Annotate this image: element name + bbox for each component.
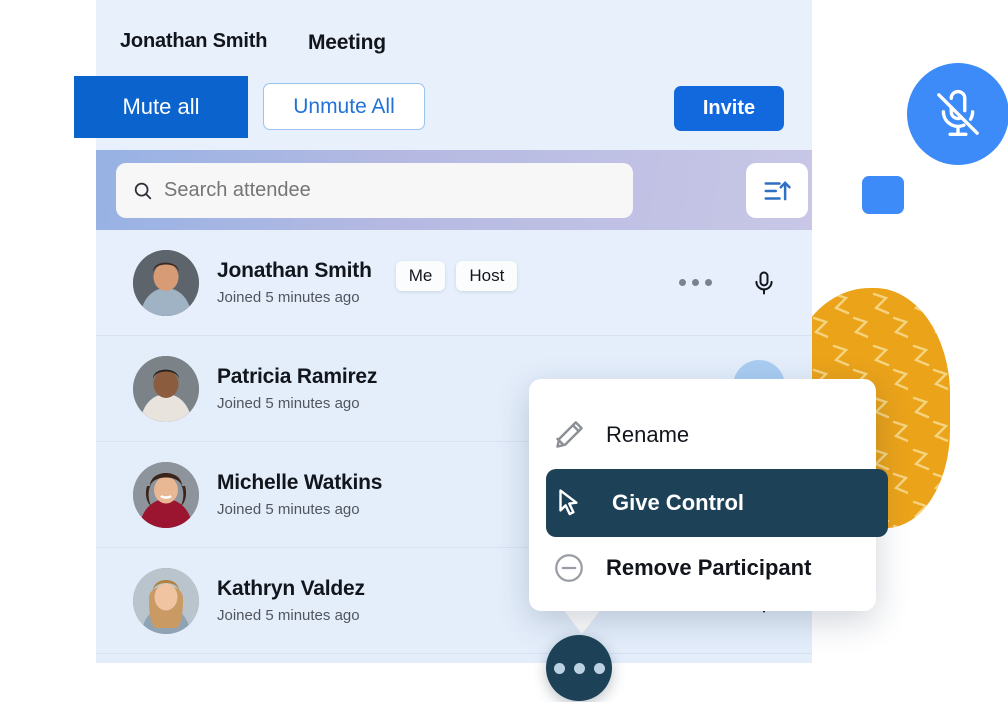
menu-item-label: Rename [606, 422, 690, 447]
participant-name: Jonathan Smith [217, 259, 372, 282]
screenshot-root: Jonathan Smith Meeting Search attendee J… [0, 0, 1008, 702]
sort-ascending-icon [764, 180, 791, 200]
avatar-photo-icon [133, 355, 199, 422]
three-dots-icon [573, 662, 585, 674]
more-options-fab[interactable] [546, 635, 612, 701]
search-field-wrapper[interactable] [116, 163, 633, 218]
search-toolbar [96, 150, 812, 230]
more-options-icon[interactable] [679, 279, 712, 286]
participant-joined: Joined 5 minutes ago [217, 395, 360, 412]
avatar-photo-icon [133, 249, 199, 316]
panel-header: Jonathan Smith Meeting [96, 0, 812, 72]
avatar [133, 249, 199, 316]
row-actions [679, 269, 778, 297]
avatar [133, 567, 199, 634]
avatar [133, 355, 199, 422]
pencil-icon [546, 417, 592, 453]
mute-all-button[interactable]: Mute all [74, 76, 248, 138]
participant-name: Patricia Ramirez [217, 365, 378, 388]
table-row[interactable]: Jonathan Smith Joined 5 minutes ago Me H… [96, 230, 812, 336]
meeting-label: Meeting [308, 31, 386, 54]
menu-item-give-control[interactable]: Give Control [546, 469, 888, 537]
menu-item-rename[interactable]: Rename [546, 406, 856, 464]
avatar [133, 461, 199, 528]
participant-joined: Joined 5 minutes ago [217, 289, 360, 306]
sort-button[interactable] [746, 163, 808, 218]
avatar-photo-icon [133, 567, 199, 634]
participant-info: Patricia Ramirez Joined 5 minutes ago [217, 365, 377, 412]
search-icon [134, 182, 152, 199]
search-input[interactable] [164, 179, 584, 202]
menu-pointer-tail [562, 608, 602, 634]
menu-item-remove-participant[interactable]: Remove Participant [546, 543, 866, 593]
blue-square-shape [862, 176, 904, 214]
three-dots-icon [593, 662, 605, 674]
status-badge: Me [395, 260, 446, 291]
minus-circle-icon [546, 551, 592, 585]
participant-joined: Joined 5 minutes ago [217, 607, 360, 624]
microphone-icon[interactable] [750, 269, 778, 297]
participant-info: Michelle Watkins Joined 5 minutes ago [217, 471, 382, 518]
three-dots-icon [553, 662, 565, 674]
participant-name: Michelle Watkins [217, 471, 383, 494]
participant-name: Kathryn Valdez [217, 577, 365, 600]
status-badge: Host [456, 260, 518, 291]
invite-button[interactable]: Invite [674, 86, 784, 131]
menu-item-label: Give Control [612, 490, 745, 515]
unmute-all-button[interactable]: Unmute All [263, 83, 425, 130]
participant-info: Jonathan Smith Joined 5 minutes ago [217, 259, 372, 306]
context-menu: Rename Give Control Remove Participant [529, 379, 888, 611]
microphone-muted-badge [907, 63, 1008, 165]
avatar-photo-icon [133, 461, 199, 528]
cursor-arrow-icon [546, 486, 592, 520]
menu-item-label: Remove Participant [606, 555, 812, 580]
badge-group: Me Host [395, 260, 518, 291]
microphone-muted-icon [937, 89, 979, 136]
participant-info: Kathryn Valdez Joined 5 minutes ago [217, 577, 365, 624]
page-title: Jonathan Smith [120, 30, 268, 52]
participant-joined: Joined 5 minutes ago [217, 501, 360, 518]
